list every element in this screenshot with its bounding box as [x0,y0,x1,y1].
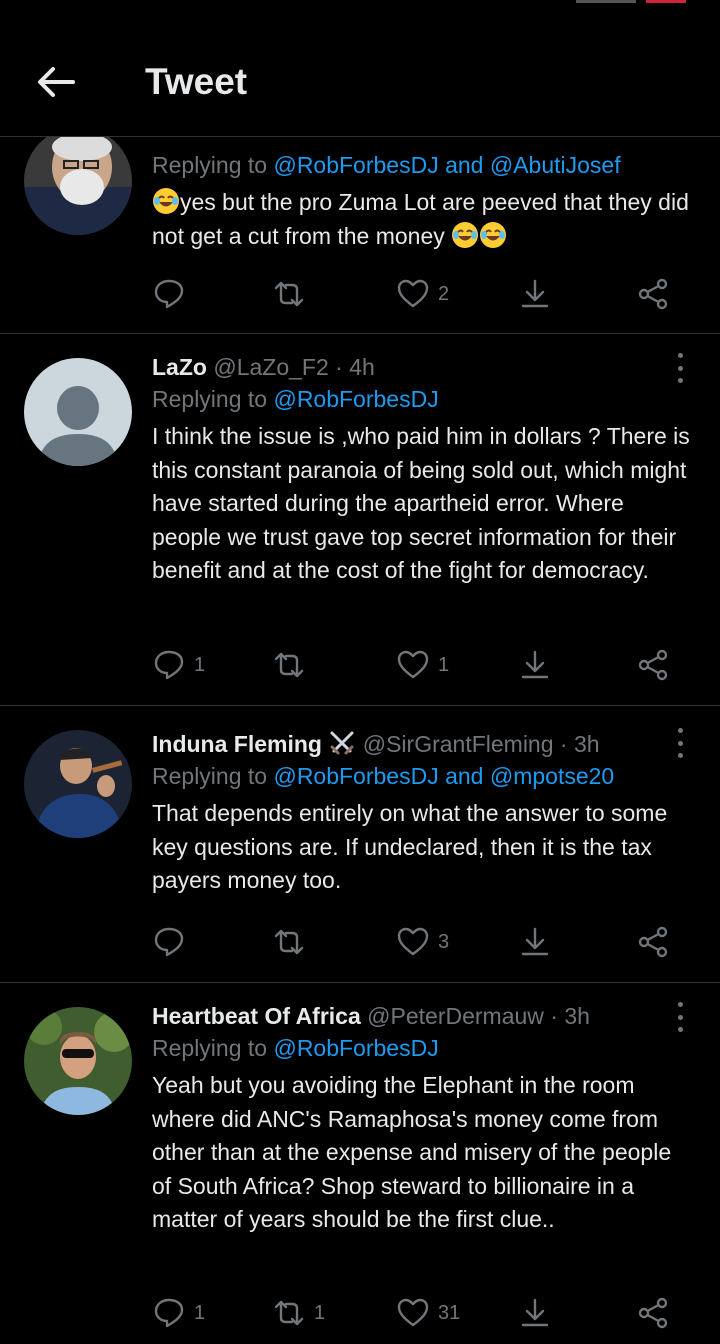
share-icon [638,649,668,681]
share-icon [638,278,668,310]
share-icon [638,1297,668,1329]
page-title: Tweet [145,61,248,102]
handle-time: @SirGrantFleming · 3h [362,731,600,757]
download-icon [521,1298,549,1327]
default-avatar-icon [24,358,132,466]
handle-time: @PeterDermauw · 3h [367,1003,590,1029]
tweet-item[interactable]: LaZo @LaZo_F2 · 4h Replying to @RobForbe… [0,334,720,706]
tweet-text: yes but the pro Zuma Lot are peeved that… [152,188,689,249]
reply-context: Replying to @RobForbesDJ and @mpotse20 [152,763,615,789]
tweet-author: LaZo @LaZo_F2 · 4h [152,352,692,384]
heart-icon [397,279,429,308]
display-name[interactable]: Heartbeat Of Africa [152,1003,361,1029]
face-with-tears-of-joy-icon [480,221,507,248]
heart-icon [397,927,429,956]
arrow-left-icon [38,67,75,97]
avatar[interactable] [24,127,132,235]
retweet-icon [274,929,304,955]
tweet-author: Heartbeat Of Africa @PeterDermauw · 3h [152,1001,692,1033]
like-button[interactable]: 2 [396,274,449,314]
retweet-icon [274,652,304,678]
tweet-text: That depends entirely on what the answer… [152,800,668,893]
tweet-actions: 3 [152,922,692,962]
battery-indicator [646,0,686,3]
tweet-item[interactable]: Induna Fleming @SirGrantFleming · 3h Rep… [0,706,720,983]
face-with-tears-of-joy-icon [452,221,479,248]
tweet-actions: 2 [152,274,692,314]
display-name[interactable]: LaZo [152,354,207,380]
share-button[interactable] [636,274,670,314]
reply-icon [154,279,184,309]
reply-icon [154,1298,184,1328]
retweet-button[interactable] [272,645,314,685]
tweet-item[interactable]: Heartbeat Of Africa @PeterDermauw · 3h R… [0,983,720,1344]
reply-button[interactable] [152,274,194,314]
like-button[interactable]: 31 [396,1293,460,1333]
avatar[interactable] [24,358,132,466]
reply-context: Replying to @RobForbesDJ [152,1035,439,1061]
status-bar-indicator [576,0,636,3]
mention-link[interactable]: @RobForbesDJ and @mpotse20 [273,763,614,789]
avatar[interactable] [24,1007,132,1115]
tweet-item[interactable]: Replying to @RobForbesDJ and @AbutiJosef… [0,127,720,334]
reply-context: Replying to @RobForbesDJ and @AbutiJosef [152,152,621,178]
reply-icon [154,650,184,680]
download-button[interactable] [518,922,552,962]
reply-icon [154,927,184,957]
download-button[interactable] [518,274,552,314]
download-button[interactable] [518,1293,552,1333]
reply-button[interactable] [152,922,194,962]
download-icon [521,650,549,679]
share-icon [638,926,668,958]
crossed-swords-icon [330,731,354,755]
tweet-text: Yeah but you avoiding the Elephant in th… [152,1072,672,1232]
reply-context: Replying to @RobForbesDJ [152,386,439,412]
top-bar: Tweet [0,0,720,137]
retweet-button[interactable]: 1 [272,1293,325,1333]
tweet-author: Induna Fleming @SirGrantFleming · 3h [152,729,692,761]
share-button[interactable] [636,1293,670,1333]
retweet-button[interactable] [272,922,314,962]
face-with-tears-of-joy-icon [153,188,179,214]
mention-link[interactable]: @RobForbesDJ and @AbutiJosef [273,152,620,178]
handle-time: @LaZo_F2 · 4h [213,354,375,380]
mention-link[interactable]: @RobForbesDJ [273,1035,438,1061]
download-button[interactable] [518,645,552,685]
tweet-actions: 1 1 31 [152,1293,692,1333]
retweet-button[interactable] [272,274,314,314]
tweet-text: I think the issue is ,who paid him in do… [152,423,690,583]
share-button[interactable] [636,645,670,685]
tweet-actions: 1 1 [152,645,692,685]
display-name[interactable]: Induna Fleming [152,731,322,757]
download-icon [521,279,549,308]
avatar[interactable] [24,730,132,838]
retweet-icon [274,1300,304,1326]
reply-button[interactable]: 1 [152,1293,205,1333]
share-button[interactable] [636,922,670,962]
retweet-icon [274,281,304,307]
back-button[interactable] [34,62,78,102]
download-icon [521,927,549,956]
like-button[interactable]: 1 [396,645,449,685]
heart-icon [397,1298,429,1327]
heart-icon [397,650,429,679]
reply-button[interactable]: 1 [152,645,205,685]
like-button[interactable]: 3 [396,922,449,962]
mention-link[interactable]: @RobForbesDJ [273,386,438,412]
